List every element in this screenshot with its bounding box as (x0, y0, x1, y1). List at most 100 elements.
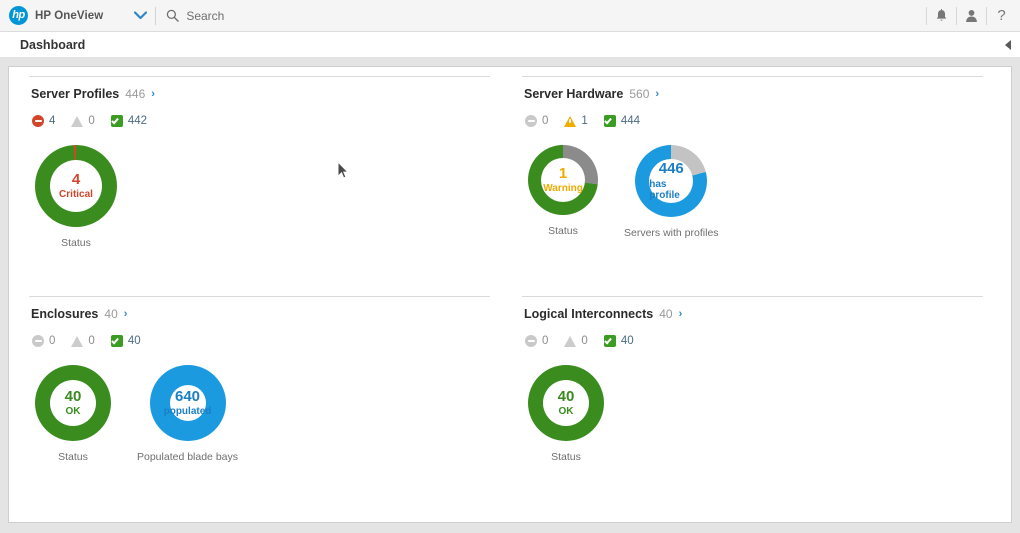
donut-chart[interactable]: 640 populated Populated blade bays (137, 365, 238, 463)
donut-center: 4 Critical (50, 160, 102, 212)
panel-donut-row: 4 Critical Status (35, 145, 490, 249)
donut-caption: Status (548, 225, 578, 237)
status-count: 40 (127, 335, 141, 347)
status-filter-warning[interactable]: 0 (71, 115, 95, 127)
panel-link-chevron-right-icon[interactable]: › (655, 89, 659, 100)
panel-donut-row: 40 OK Status (528, 365, 983, 463)
top-navigation-bar: hp HP OneView Search ? (0, 0, 1020, 32)
disabled-status-icon (525, 115, 537, 127)
panel-count: 40 (659, 307, 673, 321)
main-menu-chevron-down-icon[interactable] (129, 5, 151, 27)
warning-status-icon (564, 115, 577, 127)
donut-ring: 1 Warning (528, 145, 598, 215)
donut-center: 1 Warning (541, 158, 585, 202)
donut-value: 40 (557, 387, 575, 405)
brand-home-link[interactable]: hp HP OneView (0, 0, 103, 31)
panel-inner: Enclosures 40 › 0 0 40 40 OK Status 640 populated P… (29, 296, 490, 507)
donut-chart[interactable]: 446 has profile Servers with profiles (624, 145, 719, 239)
status-filter-critical[interactable]: 4 (32, 115, 55, 127)
donut-ring: 40 OK (528, 365, 604, 441)
panel-title: Server Hardware (524, 87, 624, 101)
panel-inner: Server Hardware 560 › 0 1 444 1 Warning Status 44… (522, 76, 983, 287)
status-count: 4 (49, 115, 56, 127)
donut-value: 40 (64, 387, 82, 405)
donut-value: 4 (71, 170, 81, 188)
panel-inner: Logical Interconnects 40 › 0 0 40 40 OK Status (522, 296, 983, 507)
status-count: 0 (542, 115, 549, 127)
hp-logo-icon: hp (9, 6, 28, 25)
collapse-triangle (1005, 39, 1011, 50)
warning-status-icon (71, 115, 84, 127)
donut-chart[interactable]: 40 OK Status (35, 365, 111, 463)
donut-state-label: Warning (543, 183, 583, 195)
status-count: 0 (88, 335, 95, 347)
status-filter-disabled[interactable]: 0 (525, 335, 548, 347)
donut-chart[interactable]: 1 Warning Status (528, 145, 598, 237)
status-filter-ok[interactable]: 40 (110, 335, 141, 347)
donut-caption: Status (58, 451, 88, 463)
help-button[interactable]: ? (987, 0, 1016, 32)
panel-count: 560 (629, 87, 650, 101)
status-count: 444 (620, 115, 640, 127)
disabled-status-icon (32, 335, 44, 347)
search-input[interactable]: Search (166, 9, 224, 23)
warning-status-icon (564, 335, 577, 347)
donut-state-label: Critical (59, 189, 93, 201)
donut-state-label: OK (65, 406, 81, 418)
donut-chart[interactable]: 40 OK Status (528, 365, 604, 463)
panel-inner: Server Profiles 446 › 4 0 442 4 Critical Status (29, 76, 490, 287)
topbar-actions: ? (926, 0, 1016, 31)
status-filter-ok[interactable]: 444 (603, 115, 640, 127)
panel-status-row: 0 1 444 (525, 115, 983, 127)
donut-state-label: has profile (649, 178, 680, 201)
donut-chart[interactable]: 4 Critical Status (35, 145, 117, 249)
panel-title: Logical Interconnects (524, 307, 654, 321)
donut-ring: 446 has profile (635, 145, 708, 217)
panel-server-hardware: Server Hardware 560 › 0 1 444 1 Warning Status 44… (510, 67, 1003, 287)
donut-state-label: populated (163, 406, 212, 418)
status-filter-warning[interactable]: 1 (564, 115, 588, 127)
panel-server-profiles: Server Profiles 446 › 4 0 442 4 Critical Status (17, 67, 510, 287)
panel-count: 40 (104, 307, 118, 321)
panel-status-row: 0 0 40 (525, 335, 983, 347)
status-count: 40 (620, 335, 634, 347)
panel-link-chevron-right-icon[interactable]: › (679, 309, 683, 320)
user-account-button[interactable] (957, 0, 986, 32)
donut-caption: Servers with profiles (624, 227, 719, 239)
warning-status-icon (71, 335, 84, 347)
status-filter-disabled[interactable]: 0 (32, 335, 55, 347)
donut-value: 1 (558, 164, 568, 182)
search-icon (167, 9, 180, 22)
panel-link-chevron-right-icon[interactable]: › (151, 89, 155, 100)
status-count: 0 (88, 115, 95, 127)
status-count: 0 (49, 335, 56, 347)
ok-status-icon (603, 335, 616, 347)
panel-count: 446 (125, 87, 146, 101)
bell-icon (936, 8, 947, 21)
ok-status-icon (603, 115, 616, 127)
panel-header: Server Profiles 446 › (31, 87, 490, 101)
panel-status-row: 0 0 40 (32, 335, 490, 347)
donut-caption: Populated blade bays (137, 451, 238, 463)
panel-link-chevron-right-icon[interactable]: › (124, 309, 128, 320)
donut-center: 640 populated (164, 385, 211, 421)
donut-caption: Status (551, 451, 581, 463)
panel-header: Logical Interconnects 40 › (524, 307, 983, 321)
status-count: 0 (581, 335, 588, 347)
donut-center: 40 OK (543, 380, 589, 426)
dashboard-card: Server Profiles 446 › 4 0 442 4 Critical Status S… (8, 66, 1012, 523)
donut-caption: Status (61, 237, 91, 249)
donut-state-label: OK (558, 406, 574, 418)
user-icon (966, 9, 977, 22)
status-filter-warning[interactable]: 0 (564, 335, 588, 347)
collapse-left-arrow-icon[interactable] (1003, 39, 1013, 51)
status-filter-disabled[interactable]: 0 (525, 115, 548, 127)
nav-divider (155, 6, 157, 25)
status-filter-warning[interactable]: 0 (71, 335, 95, 347)
status-filter-ok[interactable]: 442 (110, 115, 147, 127)
donut-center: 40 OK (50, 380, 96, 426)
notifications-button[interactable] (927, 0, 956, 32)
donut-value: 446 (658, 159, 684, 177)
panel-header: Server Hardware 560 › (524, 87, 983, 101)
status-filter-ok[interactable]: 40 (603, 335, 634, 347)
